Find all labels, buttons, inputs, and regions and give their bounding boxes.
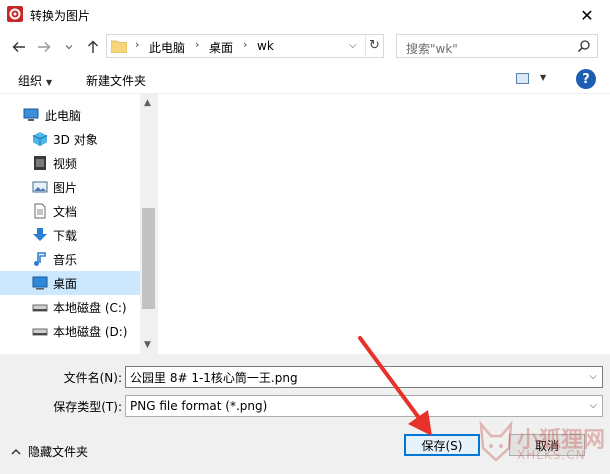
drive-c-icon [32, 304, 48, 312]
document-icon [34, 203, 46, 219]
search-box[interactable]: 搜索"wk" [396, 34, 598, 58]
tree-item-this-pc[interactable]: 此电脑 [0, 103, 140, 127]
breadcrumb-desktop[interactable]: 桌面 [209, 39, 233, 56]
tree-item-drive-d[interactable]: 本地磁盘 (D:) [0, 319, 140, 343]
address-divider [365, 35, 366, 57]
tree-item-downloads[interactable]: 下载 [0, 223, 140, 247]
close-icon: ✕ [580, 5, 594, 25]
tree-item-desktop[interactable]: 桌面 [0, 271, 140, 295]
organize-menu[interactable]: 组织 ▼ [18, 72, 52, 89]
filename-value: 公园里 8# 1-1核心筒一王.png [130, 370, 298, 385]
close-button[interactable]: ✕ [564, 0, 610, 30]
hide-folders-label: 隐藏文件夹 [28, 445, 89, 459]
watermark-url: XHLKS.CN [517, 448, 586, 462]
file-list-pane[interactable] [157, 94, 608, 354]
caret-down-icon[interactable]: ▼ [540, 73, 546, 82]
tree-item-drive-c[interactable]: 本地磁盘 (C:) [0, 295, 140, 319]
chevron-down-icon [65, 45, 73, 50]
help-icon[interactable]: ? [576, 69, 596, 89]
tree-label: 音乐 [53, 252, 78, 267]
tree-label: 桌面 [53, 276, 78, 291]
chevron-down-icon[interactable]: ⌵ [589, 371, 597, 382]
breadcrumb-wk[interactable]: wk [257, 39, 274, 53]
tree-label: 视频 [53, 156, 78, 171]
download-icon [33, 228, 47, 241]
filetype-select[interactable]: PNG file format (*.png) ⌵ [125, 395, 603, 417]
forward-button[interactable] [35, 38, 53, 56]
back-arrow-icon [12, 42, 25, 52]
tree-label: 本地磁盘 (D:) [53, 324, 128, 339]
filename-label: 文件名(N): [63, 371, 122, 385]
filetype-label: 保存类型(T): [53, 400, 122, 414]
refresh-icon[interactable]: ↻ [369, 38, 380, 53]
tree-item-music[interactable]: 音乐 [0, 247, 140, 271]
address-bar[interactable]: › 此电脑 › 桌面 › wk ⌵ ↻ [106, 34, 384, 58]
tree-label: 本地磁盘 (C:) [53, 300, 127, 315]
caret-down-icon: ▼ [46, 78, 53, 87]
music-icon [34, 252, 46, 266]
nav-scrollbar[interactable]: ▲ ▼ [140, 94, 157, 354]
view-mode-icon[interactable] [516, 73, 529, 84]
window-title: 转换为图片 [30, 9, 91, 23]
forward-arrow-icon [38, 42, 51, 52]
up-button[interactable] [84, 38, 102, 56]
tree-label: 下载 [53, 228, 78, 243]
desktop-icon [32, 276, 48, 290]
recent-locations-button[interactable] [60, 38, 78, 56]
up-arrow-icon [88, 40, 98, 53]
address-dropdown-icon[interactable]: ⌵ [349, 40, 357, 51]
new-folder-button[interactable]: 新建文件夹 [86, 72, 146, 89]
tree-label: 3D 对象 [53, 132, 98, 147]
watermark: 小狐狸网 XHLKS.CN [477, 418, 607, 468]
tree-label: 此电脑 [45, 108, 82, 123]
drive-d-icon [32, 328, 48, 336]
title-bar: 转换为图片 ✕ [0, 0, 610, 30]
tree-item-3d-objects[interactable]: 3D 对象 [0, 127, 140, 151]
app-icon [7, 6, 23, 22]
cube-3d-icon [32, 132, 48, 146]
scrollbar-thumb[interactable] [142, 208, 155, 309]
computer-icon [23, 108, 39, 121]
navigation-bar: › 此电脑 › 桌面 › wk ⌵ ↻ 搜索"wk" [0, 30, 610, 64]
save-button[interactable]: 保存(S) [404, 434, 480, 456]
back-button[interactable] [10, 38, 28, 56]
video-icon [34, 156, 46, 170]
folder-icon [111, 40, 127, 53]
organize-label: 组织 [18, 74, 43, 88]
chevron-down-icon[interactable]: ⌵ [589, 400, 597, 411]
tree-label: 图片 [53, 180, 78, 195]
breadcrumb-separator: › [243, 38, 248, 51]
picture-icon [32, 181, 48, 193]
tree-item-videos[interactable]: 视频 [0, 151, 140, 175]
tree-label: 文档 [53, 204, 78, 219]
scroll-up-icon[interactable]: ▲ [144, 98, 151, 108]
breadcrumb-separator: › [195, 38, 200, 51]
chevron-up-icon [11, 448, 21, 455]
breadcrumb-separator: › [135, 38, 140, 51]
tree-item-documents[interactable]: 文档 [0, 199, 140, 223]
search-icon [577, 40, 590, 53]
scroll-down-icon[interactable]: ▼ [144, 340, 151, 350]
hide-folders-toggle[interactable]: 隐藏文件夹 [10, 443, 88, 460]
breadcrumb-this-pc[interactable]: 此电脑 [149, 39, 185, 56]
navigation-pane: 此电脑 3D 对象 视频 图片 文档 下载 音乐 桌面 本地磁盘 (C:) 本地… [0, 94, 157, 354]
tree-item-pictures[interactable]: 图片 [0, 175, 140, 199]
command-toolbar: 组织 ▼ 新建文件夹 ▼ ? [0, 64, 610, 94]
search-input[interactable]: 搜索"wk" [406, 40, 458, 57]
filetype-value: PNG file format (*.png) [130, 399, 268, 413]
filename-field[interactable]: 公园里 8# 1-1核心筒一王.png ⌵ [125, 366, 603, 388]
fox-logo-icon [479, 420, 513, 462]
